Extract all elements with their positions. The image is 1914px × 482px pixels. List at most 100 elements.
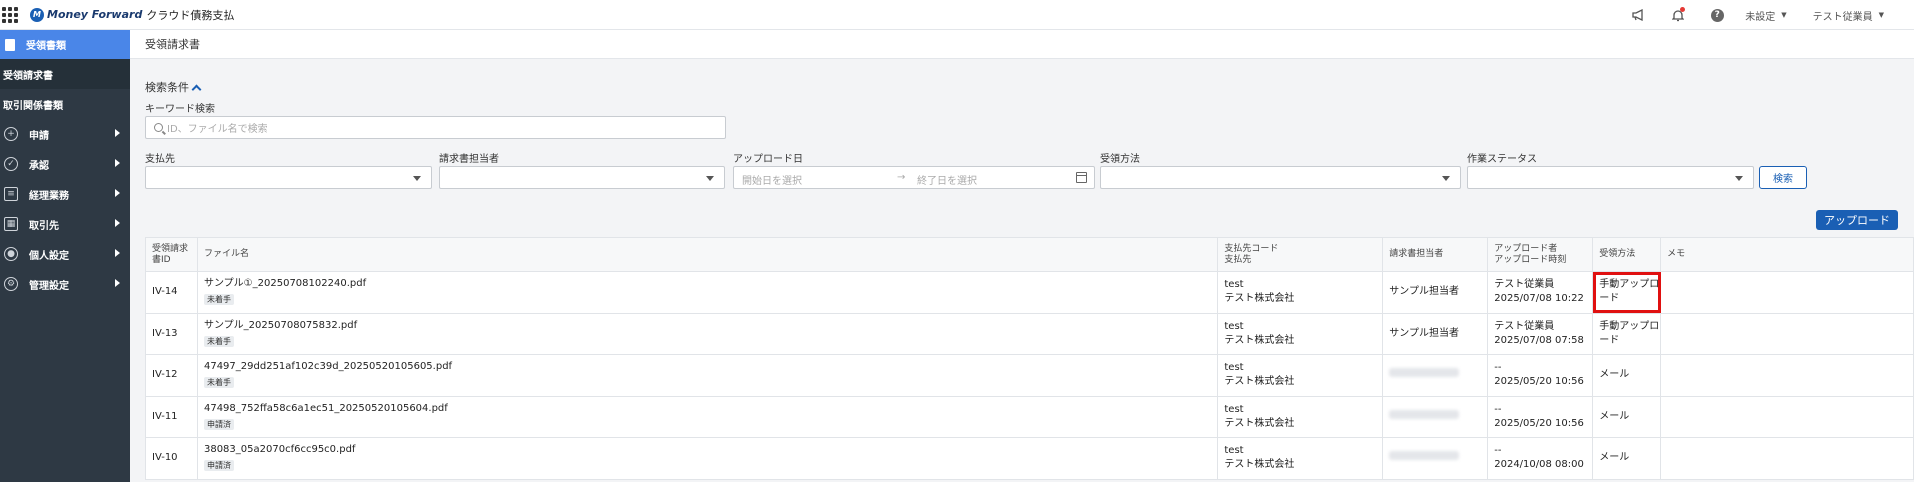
sidebar: 受領書類 受領請求書 取引関係書類 + 申請 ✓ 承認 ≡ 経理業務 ▦ 取引先… — [0, 30, 130, 482]
user-menu[interactable]: テスト従業員 ▼ — [1813, 8, 1884, 23]
help-icon[interactable]: ? — [1706, 4, 1728, 26]
cell-uploader: -- 2025/05/20 10:56 — [1487, 354, 1594, 397]
sidebar-item-received-invoices[interactable]: 受領請求書 — [0, 59, 130, 89]
assignee-label: 請求書担当者 — [439, 154, 499, 165]
keyword-search-input[interactable]: ID、ファイル名で検索 — [145, 116, 726, 139]
sidebar-item-partners[interactable]: ▦ 取引先 — [0, 209, 130, 239]
sidebar-item-application[interactable]: + 申請 — [0, 119, 130, 149]
notification-dot — [1680, 7, 1686, 12]
ledger-icon: ≡ — [4, 187, 18, 201]
table-row[interactable]: IV-14 サンプル①_20250708102240.pdf 未着手 test テスト株… — [145, 271, 1914, 314]
cell-id: IV-11 — [145, 395, 198, 438]
date-start-input[interactable]: 開始日を選択 — [742, 172, 802, 187]
cell-uploader: -- 2025/05/20 10:56 — [1487, 395, 1594, 438]
chevron-down-icon — [1442, 176, 1450, 181]
cell-memo — [1660, 271, 1914, 314]
chevron-down-icon — [1735, 176, 1743, 181]
sidebar-item-personal-settings[interactable]: ● 個人設定 — [0, 239, 130, 269]
cell-uploader: テスト従業員 2025/07/08 07:58 — [1487, 312, 1594, 355]
cell-memo — [1660, 354, 1914, 397]
col-header-uploader[interactable]: アップロード者 アップロード時刻 — [1487, 237, 1594, 272]
office-menu[interactable]: 未設定 ▼ — [1745, 8, 1786, 23]
top-header: M Money Forward クラウド債務支払 ? 未設定 ▼ テスト従業員 ▼ — [0, 0, 1914, 30]
chevron-down-icon: ▼ — [1781, 11, 1787, 19]
app-grid-icon[interactable] — [2, 6, 18, 23]
upload-button[interactable]: アップロード — [1816, 210, 1898, 230]
sidebar-item-transaction-documents[interactable]: 取引関係書類 — [0, 89, 130, 119]
redacted-assignee — [1389, 451, 1460, 461]
chevron-down-icon — [706, 176, 714, 181]
file-name-link[interactable]: サンプル①_20250708102240.pdf — [204, 277, 1217, 291]
cell-id: IV-13 — [145, 312, 198, 355]
megaphone-icon[interactable] — [1628, 4, 1650, 26]
sidebar-item-admin-settings[interactable]: ⚙ 管理設定 — [0, 269, 130, 299]
building-icon: ▦ — [4, 217, 18, 231]
chevron-up-icon — [191, 84, 202, 94]
status-badge: 未着手 — [203, 294, 234, 306]
method-label: 受領方法 — [1100, 154, 1140, 165]
method-select[interactable] — [1100, 166, 1461, 189]
cell-payee: test テスト株式会社 — [1217, 271, 1384, 314]
cell-id: IV-12 — [145, 354, 198, 397]
col-header-assignee[interactable]: 請求書担当者 — [1382, 237, 1489, 272]
chevron-right-icon — [115, 159, 120, 167]
redacted-assignee — [1389, 409, 1460, 419]
check-circle-icon: ✓ — [4, 157, 18, 171]
col-header-payee[interactable]: 支払先コード 支払先 — [1217, 237, 1384, 272]
assignee-select[interactable] — [439, 166, 725, 189]
cell-payee: test テスト株式会社 — [1217, 312, 1384, 355]
search-conditions-toggle[interactable]: 検索条件 — [145, 79, 202, 95]
upload-date-range[interactable]: 開始日を選択 → 終了日を選択 — [733, 166, 1095, 189]
col-header-id[interactable]: 受領請求書ID — [145, 237, 198, 272]
file-name-link[interactable]: サンプル_20250708075832.pdf — [204, 319, 1217, 333]
cell-assignee — [1382, 354, 1489, 397]
document-icon — [5, 38, 15, 51]
cell-id: IV-10 — [145, 437, 198, 480]
payee-select[interactable] — [145, 166, 432, 189]
col-header-method[interactable]: 受領方法 — [1592, 237, 1662, 272]
file-name-link[interactable]: 47497_29dd251af102c39d_20250520105605.pd… — [204, 360, 1217, 374]
chevron-right-icon — [115, 219, 120, 227]
search-icon — [154, 123, 163, 132]
cell-payee: test テスト株式会社 — [1217, 437, 1384, 480]
search-button[interactable]: 検索 — [1759, 166, 1807, 189]
cell-method: 手動アップロード — [1592, 271, 1662, 314]
bell-icon[interactable] — [1667, 4, 1689, 26]
table-row[interactable]: IV-10 38083_05a2070cf6cc95c0.pdf 申請済 test テス… — [145, 437, 1914, 480]
cell-file[interactable]: 47498_752ffa58c6a1ec51_20250520105604.pd… — [196, 395, 1219, 438]
calendar-icon[interactable] — [1076, 172, 1087, 183]
status-select[interactable] — [1467, 166, 1754, 189]
sidebar-item-approval[interactable]: ✓ 承認 — [0, 149, 130, 179]
file-name-link[interactable]: 47498_752ffa58c6a1ec51_20250520105604.pd… — [204, 402, 1217, 416]
cell-payee: test テスト株式会社 — [1217, 395, 1384, 438]
cell-assignee — [1382, 395, 1489, 438]
table-header-row: 受領請求書ID ファイル名 支払先コード 支払先 請求書担当者 アップロード者 アッ… — [145, 237, 1914, 272]
col-header-file[interactable]: ファイル名 — [196, 237, 1219, 272]
invoice-table: 受領請求書ID ファイル名 支払先コード 支払先 請求書担当者 アップロード者 アッ… — [145, 237, 1914, 480]
payee-label: 支払先 — [145, 154, 175, 165]
upload-date-label: アップロード日 — [733, 154, 803, 165]
cell-method: 手動アップロード — [1592, 312, 1662, 355]
chevron-right-icon — [115, 129, 120, 137]
product-name: クラウド債務支払 — [146, 8, 235, 22]
cell-file[interactable]: サンプル_20250708075832.pdf 未着手 — [196, 312, 1219, 355]
brand-name: Money Forward — [47, 8, 143, 21]
brand-logo-icon: M — [30, 7, 44, 22]
cell-file[interactable]: サンプル①_20250708102240.pdf 未着手 — [196, 271, 1219, 314]
page-title: 受領請求書 — [130, 30, 1914, 59]
cell-method: メール — [1592, 395, 1662, 438]
chevron-right-icon — [115, 249, 120, 257]
chevron-down-icon: ▼ — [1878, 11, 1884, 19]
cell-id: IV-14 — [145, 271, 198, 314]
col-header-memo: メモ — [1660, 237, 1914, 272]
cell-memo — [1660, 437, 1914, 480]
date-end-input[interactable]: 終了日を選択 — [917, 172, 977, 187]
table-row[interactable]: IV-13 サンプル_20250708075832.pdf 未着手 test テスト株式… — [145, 312, 1914, 355]
sidebar-section-received-documents[interactable]: 受領書類 — [0, 30, 130, 59]
cell-file[interactable]: 38083_05a2070cf6cc95c0.pdf 申請済 — [196, 437, 1219, 480]
table-row[interactable]: IV-12 47497_29dd251af102c39d_202505201056… — [145, 354, 1914, 397]
sidebar-item-accounting[interactable]: ≡ 経理業務 — [0, 179, 130, 209]
cell-file[interactable]: 47497_29dd251af102c39d_20250520105605.pd… — [196, 354, 1219, 397]
file-name-link[interactable]: 38083_05a2070cf6cc95c0.pdf — [204, 443, 1217, 457]
table-row[interactable]: IV-11 47498_752ffa58c6a1ec51_202505201056… — [145, 395, 1914, 438]
